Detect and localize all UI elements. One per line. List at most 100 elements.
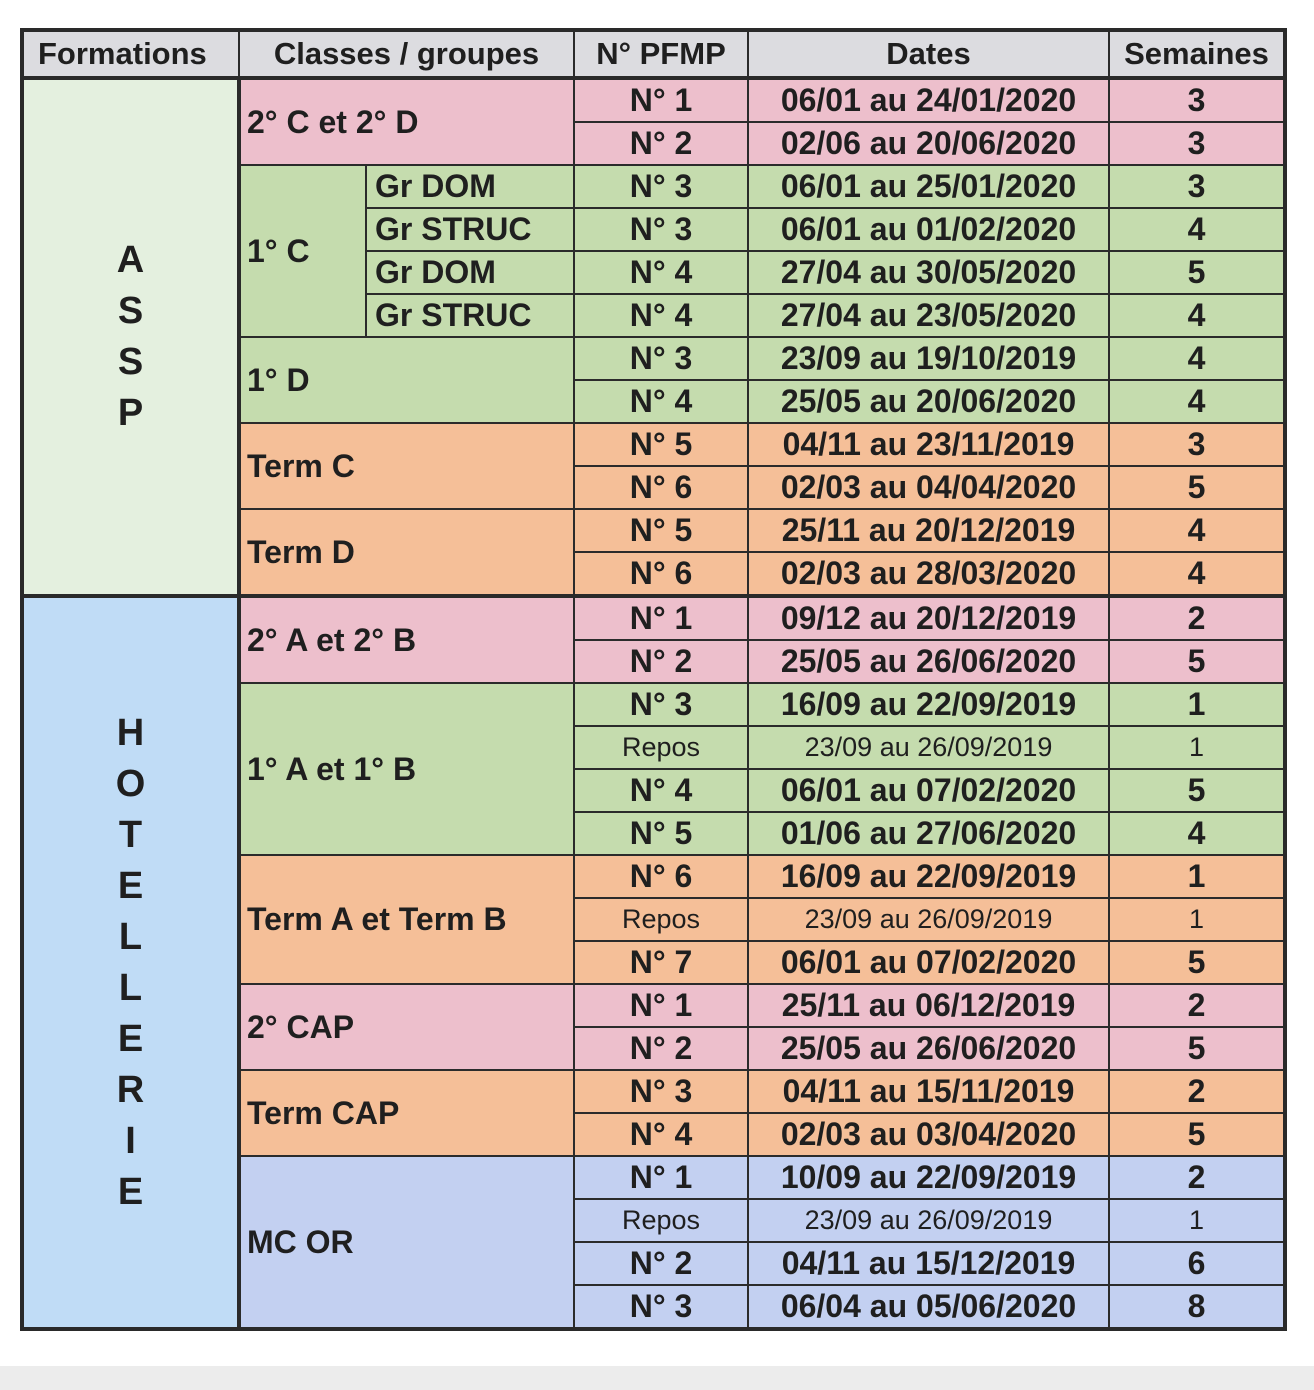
weeks-count: 1 xyxy=(1108,725,1286,770)
pfmp-schedule-table: Formations Classes / groupes N° PFMP Dat… xyxy=(20,28,1287,1331)
table-row: H O T E L L E R I E 2° A et 2° B N° 1 09/12 au 20/12… xyxy=(21,594,1286,1330)
date-range: 02/03 au 28/03/2020 xyxy=(747,551,1110,597)
pfmp-number: N° 3 xyxy=(573,1284,749,1330)
date-range: 25/05 au 26/06/2020 xyxy=(747,1026,1110,1071)
pfmp-number: N° 6 xyxy=(573,465,749,510)
formation-letter: A xyxy=(116,239,145,281)
pfmp-number: N° 4 xyxy=(573,379,749,424)
weeks-count: 4 xyxy=(1108,379,1286,424)
date-range: 04/11 au 15/12/2019 xyxy=(747,1241,1110,1286)
weeks-count: 4 xyxy=(1108,811,1286,856)
date-range: 23/09 au 26/09/2019 xyxy=(747,725,1110,770)
class-label: 2° CAP xyxy=(238,983,575,1071)
pfmp-number: N° 2 xyxy=(573,1026,749,1071)
pfmp-number: N° 3 xyxy=(573,1069,749,1114)
pfmp-number: N° 6 xyxy=(573,551,749,597)
pfmp-number: N° 4 xyxy=(573,250,749,295)
weeks-count: 2 xyxy=(1108,594,1286,641)
class-label: 1° A et 1° B xyxy=(238,682,575,856)
weeks-count: 1 xyxy=(1108,1198,1286,1243)
date-range: 01/06 au 27/06/2020 xyxy=(747,811,1110,856)
pfmp-number: Repos xyxy=(573,1198,749,1243)
class-label: Term A et Term B xyxy=(238,854,575,985)
formation-letter: T xyxy=(118,813,143,856)
weeks-count: 5 xyxy=(1108,639,1286,684)
date-range: 04/11 au 23/11/2019 xyxy=(747,422,1110,467)
pfmp-number: N° 1 xyxy=(573,1155,749,1200)
weeks-count: 4 xyxy=(1108,293,1286,338)
pfmp-number: Repos xyxy=(573,897,749,942)
group-label: Gr DOM xyxy=(365,250,575,295)
weeks-count: 5 xyxy=(1108,940,1286,985)
formation-letter: P xyxy=(117,392,144,434)
weeks-count: 5 xyxy=(1108,1112,1286,1157)
weeks-count: 3 xyxy=(1108,422,1286,467)
date-range: 06/01 au 24/01/2020 xyxy=(747,77,1110,123)
date-range: 10/09 au 22/09/2019 xyxy=(747,1155,1110,1200)
date-range: 02/03 au 04/04/2020 xyxy=(747,465,1110,510)
date-range: 23/09 au 19/10/2019 xyxy=(747,336,1110,381)
weeks-count: 5 xyxy=(1108,1026,1286,1071)
group-label: Gr DOM xyxy=(365,164,575,209)
header-dates: Dates xyxy=(747,29,1110,80)
weeks-count: 2 xyxy=(1108,1069,1286,1114)
group-label: Gr STRUC xyxy=(365,293,575,338)
date-range: 04/11 au 15/11/2019 xyxy=(747,1069,1110,1114)
pfmp-number: N° 4 xyxy=(573,1112,749,1157)
pfmp-number: N° 5 xyxy=(573,508,749,553)
class-label: 2° C et 2° D xyxy=(238,77,575,166)
pfmp-number: N° 2 xyxy=(573,639,749,684)
weeks-count: 5 xyxy=(1108,768,1286,813)
pfmp-number: N° 1 xyxy=(573,983,749,1028)
formation-letter: E xyxy=(117,1170,144,1213)
pfmp-number: N° 5 xyxy=(573,811,749,856)
date-range: 27/04 au 30/05/2020 xyxy=(747,250,1110,295)
pfmp-number: N° 3 xyxy=(573,164,749,209)
date-range: 06/01 au 01/02/2020 xyxy=(747,207,1110,252)
class-label: Term CAP xyxy=(238,1069,575,1157)
class-label: MC OR xyxy=(238,1155,575,1330)
weeks-count: 5 xyxy=(1108,465,1286,510)
formation-letter: L xyxy=(118,915,143,958)
pfmp-number: N° 1 xyxy=(573,77,749,123)
date-range: 27/04 au 23/05/2020 xyxy=(747,293,1110,338)
formation-letter: S xyxy=(117,290,144,332)
class-label: 2° A et 2° B xyxy=(238,594,575,684)
date-range: 23/09 au 26/09/2019 xyxy=(747,897,1110,942)
formation-letter: E xyxy=(117,864,144,907)
header-pfmp: N° PFMP xyxy=(573,29,749,80)
class-label: 1° D xyxy=(238,336,575,424)
date-range: 25/11 au 20/12/2019 xyxy=(747,508,1110,553)
header-classes: Classes / groupes xyxy=(238,29,575,80)
pfmp-number: N° 2 xyxy=(573,121,749,166)
date-range: 23/09 au 26/09/2019 xyxy=(747,1198,1110,1243)
header-formations: Formations xyxy=(21,29,240,80)
weeks-count: 1 xyxy=(1108,854,1286,899)
header-semaines: Semaines xyxy=(1108,29,1286,80)
pfmp-number: N° 7 xyxy=(573,940,749,985)
pfmp-number: N° 4 xyxy=(573,293,749,338)
formation-letter: H xyxy=(116,711,145,754)
date-range: 16/09 au 22/09/2019 xyxy=(747,854,1110,899)
weeks-count: 3 xyxy=(1108,77,1286,123)
weeks-count: 5 xyxy=(1108,250,1286,295)
date-range: 02/06 au 20/06/2020 xyxy=(747,121,1110,166)
formation-letter: E xyxy=(117,1017,144,1060)
formation-letter: O xyxy=(115,762,146,805)
weeks-count: 1 xyxy=(1108,897,1286,942)
pfmp-number: N° 3 xyxy=(573,207,749,252)
weeks-count: 2 xyxy=(1108,1155,1286,1200)
pfmp-number: N° 2 xyxy=(573,1241,749,1286)
weeks-count: 4 xyxy=(1108,207,1286,252)
weeks-count: 3 xyxy=(1108,121,1286,166)
weeks-count: 3 xyxy=(1108,164,1286,209)
class-label: Term C xyxy=(238,422,575,510)
formation-assp: ASSP xyxy=(21,77,241,597)
header-row: Formations Classes / groupes N° PFMP Dat… xyxy=(21,29,1286,80)
date-range: 25/05 au 26/06/2020 xyxy=(747,639,1110,684)
date-range: 09/12 au 20/12/2019 xyxy=(747,594,1110,641)
weeks-count: 4 xyxy=(1108,551,1286,597)
formation-letter: S xyxy=(117,341,144,383)
formation-letter: I xyxy=(125,1119,136,1162)
date-range: 25/11 au 06/12/2019 xyxy=(747,983,1110,1028)
